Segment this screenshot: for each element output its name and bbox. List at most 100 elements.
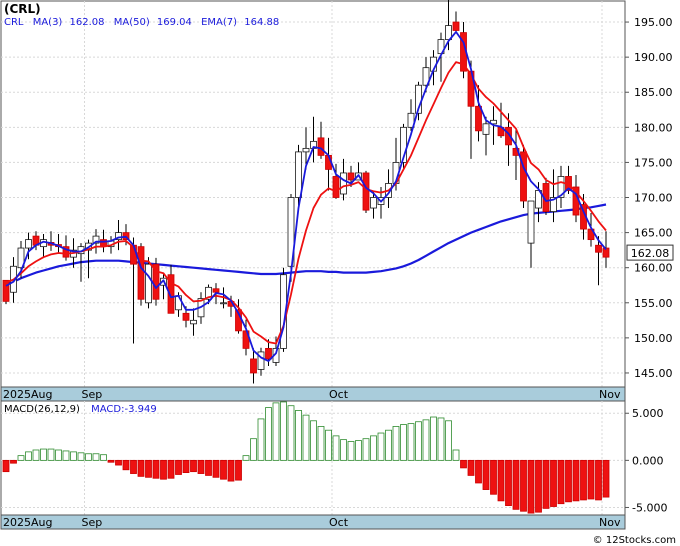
candle-down <box>332 176 340 198</box>
macd-bar <box>512 459 520 510</box>
macd-bar <box>47 448 55 461</box>
macd-legend-value: MACD:-3.949 <box>91 404 157 415</box>
macd-bar <box>557 459 565 505</box>
macd-bar <box>317 426 325 461</box>
candle-up <box>527 200 535 244</box>
macd-bar <box>475 459 482 484</box>
macd-bar <box>362 438 370 461</box>
macd-bar <box>520 459 527 512</box>
month-label: Oct <box>329 388 349 401</box>
macd-bar <box>392 426 400 461</box>
macd-bar <box>467 459 475 476</box>
macd-bar <box>130 459 137 474</box>
macd-bar <box>62 450 70 461</box>
macd-bar <box>535 459 542 513</box>
candle-down <box>182 312 190 321</box>
price-tick-label: 175.00 <box>634 156 673 169</box>
macd-bar <box>445 420 452 461</box>
macd-bar <box>332 435 340 461</box>
macd-bar <box>2 459 10 473</box>
macd-tick-label: -5.000 <box>632 501 667 514</box>
macd-bar <box>482 459 490 490</box>
macd-bar <box>280 401 287 461</box>
candle-up <box>220 302 227 305</box>
price-legend: CRL MA(3) 162.08 MA(50) 169.04 EMA(7) 16… <box>4 17 279 28</box>
macd-bar <box>310 420 317 461</box>
macd-bar <box>182 459 190 474</box>
macd-bar <box>40 448 47 461</box>
candle-down <box>602 247 610 258</box>
macd-bar <box>355 440 362 461</box>
macd-bar <box>272 402 280 461</box>
stock-chart: 145.00 150.00 155.00 160.00 165.00 170.00 175.… <box>0 0 676 546</box>
candle <box>152 257 160 306</box>
price-tick-label: 165.00 <box>634 227 673 240</box>
macd-bar <box>85 453 92 461</box>
macd-bar <box>160 459 167 480</box>
macd-bar <box>505 459 512 506</box>
macd-legend: MACD(26,12,9) MACD:-3.949 <box>4 404 157 415</box>
candle-down <box>595 244 602 253</box>
symbol-title: (CRL) <box>4 2 41 16</box>
candle-down <box>265 347 272 360</box>
candle-down <box>452 21 460 31</box>
last-price-value: 162.08 <box>631 247 670 260</box>
macd-bar <box>175 459 182 475</box>
macd-bar <box>295 410 302 461</box>
macd-bar <box>430 416 437 461</box>
macd-bar <box>70 451 77 461</box>
macd-bar <box>422 419 430 461</box>
macd-bar <box>497 459 505 502</box>
macd-bar <box>407 423 415 461</box>
macd-bar <box>287 405 295 461</box>
legend-ma50-value: 169.04 <box>157 17 192 28</box>
macd-bar <box>55 449 62 461</box>
month-label: 2025Aug <box>3 516 52 529</box>
price-tick-label: 155.00 <box>634 297 673 310</box>
candle-down <box>250 358 257 374</box>
price-tick-label: 150.00 <box>634 332 673 345</box>
macd-bar <box>92 453 100 461</box>
macd-bar <box>152 459 160 479</box>
macd-bar <box>385 429 392 461</box>
macd-bar <box>115 459 122 466</box>
macd-bar <box>77 452 85 461</box>
macd-bar <box>415 421 422 461</box>
macd-bar <box>32 449 40 461</box>
month-label: Nov <box>599 388 621 401</box>
macd-bar <box>347 441 355 461</box>
macd-bar <box>325 429 332 461</box>
legend-ema7-value: 164.88 <box>244 17 279 28</box>
macd-bar <box>220 459 227 480</box>
macd-bar <box>265 407 272 461</box>
price-tick-label: 185.00 <box>634 86 673 99</box>
candle-up <box>25 239 32 249</box>
macd-bar <box>587 459 595 500</box>
macd-bar <box>205 459 212 476</box>
candle-up <box>295 151 302 198</box>
candle-up <box>302 147 310 153</box>
macd-bar <box>250 438 257 461</box>
price-axis: 145.00 150.00 155.00 160.00 165.00 170.00 175.… <box>625 16 673 380</box>
candle-up <box>482 123 490 135</box>
candle-down <box>2 279 10 302</box>
macd-bar <box>257 418 265 461</box>
macd-tick-label: 0.000 <box>632 454 664 467</box>
macd-bar <box>527 459 535 514</box>
price-panel <box>0 0 626 388</box>
watermark: © 12Stocks.com <box>593 535 676 546</box>
candle-down <box>212 288 220 293</box>
candle-up <box>145 263 152 304</box>
macd-bar <box>212 459 220 478</box>
legend-ticker: CRL <box>4 17 24 28</box>
macd-bar <box>490 459 497 495</box>
macd-bar <box>17 455 25 461</box>
macd-bar <box>452 449 460 461</box>
candle-down <box>347 172 355 181</box>
last-price-tag: 162.08 <box>626 244 674 261</box>
macd-bar <box>550 459 557 507</box>
macd-bar <box>580 459 587 501</box>
candle-down <box>317 137 325 156</box>
macd-bar <box>122 459 130 471</box>
macd-bar <box>10 459 17 464</box>
